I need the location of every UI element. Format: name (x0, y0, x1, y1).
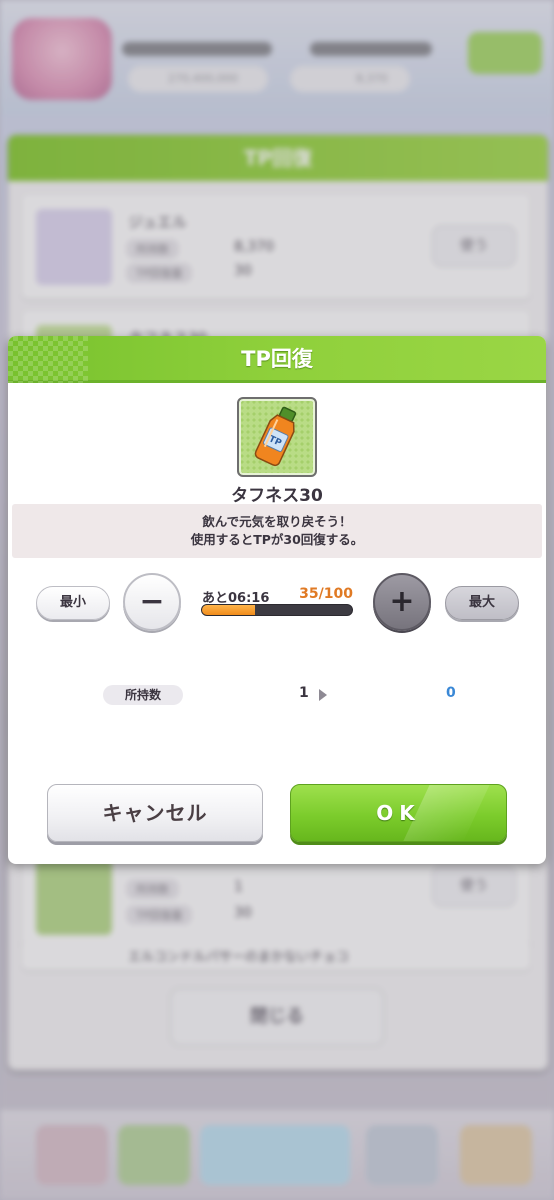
plus-icon: + (389, 584, 415, 619)
description-line-1: 飲んで元気を取り戻そう！ (202, 514, 352, 529)
arrow-right-icon (319, 689, 327, 701)
owned-count-before: 1 (299, 685, 309, 701)
description-line-2: 使用するとTPが30回復する。 (190, 532, 364, 547)
dialog-title: TP回復 (241, 347, 313, 371)
tp-gauge-fill (202, 605, 255, 615)
tp-count: 35/100 (299, 586, 353, 602)
dialog-header: TP回復 (8, 336, 546, 383)
button-shine (402, 785, 490, 841)
item-description: 飲んで元気を取り戻そう！ 使用するとTPが30回復する。 (12, 504, 542, 558)
plus-button[interactable]: + (373, 573, 431, 631)
ok-button[interactable]: OK (290, 784, 507, 842)
owned-count-after: 0 (446, 685, 456, 701)
bottle-graphic: TP (254, 406, 297, 467)
tp-recovery-dialog: TP回復 TP タフネス30 飲んで元気を取り戻そう！ 使用するとTPが30回復… (8, 336, 546, 864)
minus-icon: − (139, 584, 165, 619)
min-button[interactable]: 最小 (36, 586, 110, 620)
owned-count-label: 所持数 (103, 685, 183, 705)
tp-bottle-icon: TP (237, 397, 317, 477)
tp-gauge (201, 604, 353, 616)
item-name: タフネス30 (231, 486, 323, 506)
cancel-button[interactable]: キャンセル (47, 784, 263, 842)
minus-button[interactable]: − (123, 573, 181, 631)
max-button[interactable]: 最大 (445, 586, 519, 620)
